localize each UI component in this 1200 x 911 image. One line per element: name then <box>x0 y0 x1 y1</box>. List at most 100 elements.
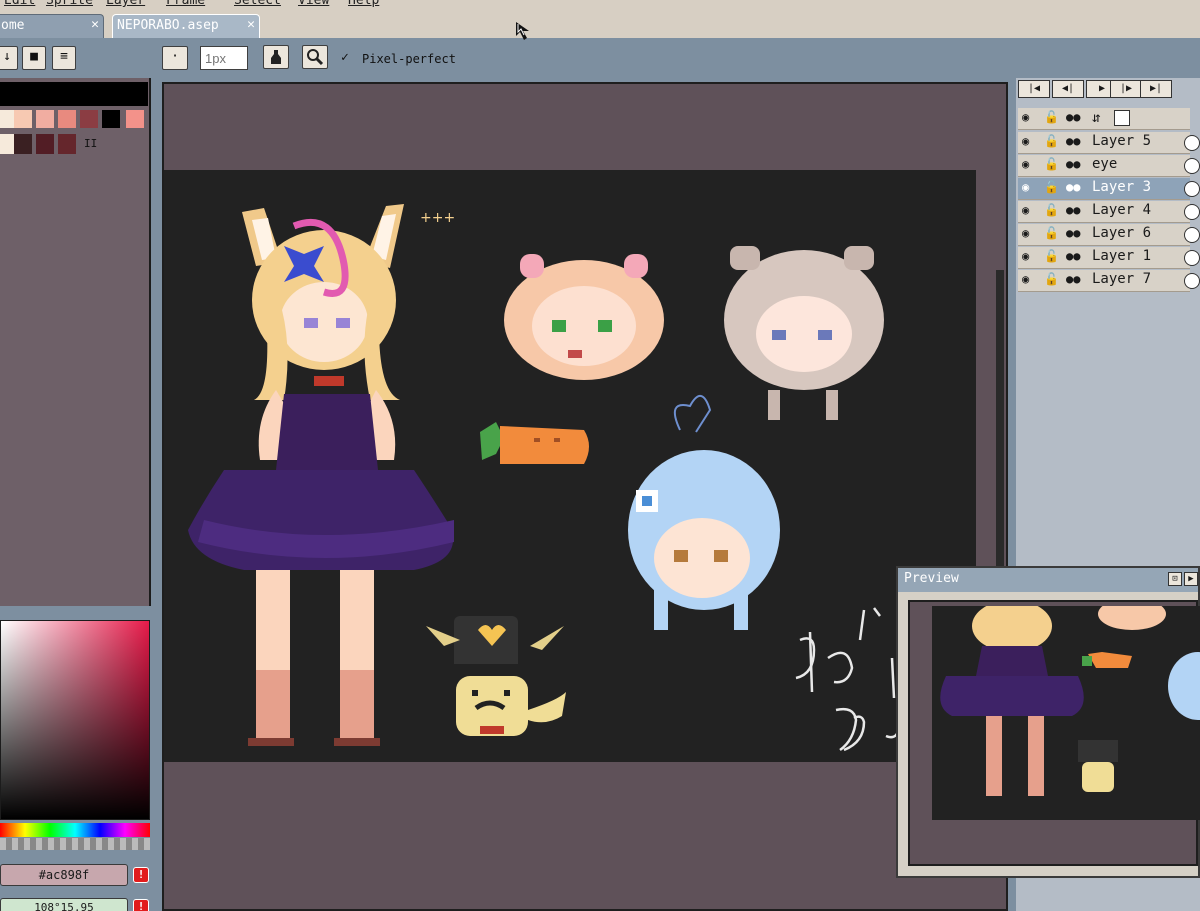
menu-sprite[interactable]: Sprite <box>46 0 93 8</box>
tab-bar: ome ✕ NEPORABO.asep ✕ <box>0 10 1200 38</box>
layer-row[interactable]: ◉ 🔓 ●● Layer 7 <box>1018 270 1200 292</box>
layer-name: Layer 6 <box>1092 225 1152 241</box>
continuous-icon[interactable]: ●● <box>1066 180 1080 194</box>
swatch[interactable] <box>102 110 120 128</box>
warning-icon[interactable]: ! <box>133 867 149 883</box>
lock-icon[interactable]: 🔓 <box>1044 203 1059 217</box>
fullscreen-icon[interactable]: ⊡ <box>1168 572 1182 586</box>
cel-dot[interactable] <box>1184 181 1200 197</box>
eye-icon[interactable]: ◉ <box>1022 226 1029 240</box>
play-icon[interactable]: ▶ <box>1184 572 1198 586</box>
continuous-icon[interactable]: ●● <box>1066 272 1080 286</box>
close-icon[interactable]: ✕ <box>247 17 255 32</box>
preview-window[interactable]: Preview ⊡ ▶ <box>896 566 1200 878</box>
sprite-canvas[interactable]: +++ <box>164 170 976 762</box>
hue-slider[interactable] <box>0 823 150 837</box>
eye-icon[interactable]: ◉ <box>1022 249 1029 263</box>
continuous-icon[interactable]: ●● <box>1066 249 1080 263</box>
swatch[interactable] <box>58 134 76 154</box>
continuous-icon[interactable]: ●● <box>1066 226 1080 240</box>
layer-row[interactable]: ◉ 🔓 ●● eye <box>1018 155 1200 177</box>
link-cels-icon[interactable]: ⇵ <box>1092 110 1100 126</box>
blue-girl-head <box>628 395 780 630</box>
eye-icon[interactable]: ◉ <box>1022 180 1029 194</box>
layer-row[interactable]: ◉ 🔓 ●● Layer 5 <box>1018 132 1200 154</box>
brush-type-button[interactable]: · <box>162 46 188 70</box>
carrot-sprite <box>480 422 589 464</box>
menu-button[interactable]: ≡ <box>52 46 76 70</box>
lock-icon[interactable]: 🔓 <box>1044 134 1059 148</box>
lock-icon[interactable]: 🔓 <box>1044 272 1059 286</box>
zoom-icon[interactable] <box>302 45 328 69</box>
menu-layer[interactable]: Layer <box>106 0 145 8</box>
layer-row[interactable]: ◉ 🔓 ●● Layer 4 <box>1018 201 1200 223</box>
cel-dot[interactable] <box>1184 227 1200 243</box>
tab-home-label: ome <box>1 18 25 33</box>
first-frame-button[interactable]: |◀ <box>1018 80 1050 98</box>
preview-sprite-thumbnail <box>932 598 1200 820</box>
swatch[interactable] <box>36 134 54 154</box>
hex-color-field[interactable]: #ac898f <box>0 864 128 886</box>
continuous-icon[interactable]: ●● <box>1066 110 1080 124</box>
sprite-artwork: +++ <box>188 204 902 752</box>
swatch[interactable] <box>14 134 32 154</box>
cel-dot[interactable] <box>1184 158 1200 174</box>
eye-icon[interactable]: ◉ <box>1022 134 1029 148</box>
pink-girl-head <box>504 254 664 380</box>
continuous-icon[interactable]: ●● <box>1066 203 1080 217</box>
lock-icon[interactable]: 🔓 <box>1044 180 1059 194</box>
menu-view[interactable]: View <box>298 0 329 8</box>
layer-header-row: ◉ 🔓 ●● ⇵ <box>1018 108 1190 130</box>
layer-name: Layer 7 <box>1092 271 1152 287</box>
warning-icon[interactable]: ! <box>133 899 149 911</box>
next-frame-button[interactable]: |▶ <box>1110 80 1142 98</box>
lock-icon[interactable]: 🔓 <box>1044 110 1059 124</box>
cel-dot[interactable] <box>1184 250 1200 266</box>
grey-girl-head <box>724 246 884 420</box>
palette-more-marker: II <box>84 137 98 150</box>
lock-icon[interactable]: 🔓 <box>1044 226 1059 240</box>
last-frame-button[interactable]: ▶| <box>1140 80 1172 98</box>
eye-icon[interactable]: ◉ <box>1022 203 1029 217</box>
pixel-perfect-checkbox[interactable]: ✓ <box>341 50 349 65</box>
menu-frame[interactable]: Frame <box>166 0 205 8</box>
cel-dot[interactable] <box>1184 135 1200 151</box>
layer-row[interactable]: ◉ 🔓 ●● Layer 3 <box>1018 178 1200 200</box>
close-icon[interactable]: ✕ <box>91 17 99 32</box>
cel-dot[interactable] <box>1184 204 1200 220</box>
swatch[interactable] <box>36 110 54 128</box>
prev-frame-button[interactable]: ◀| <box>1052 80 1084 98</box>
new-frame-icon[interactable] <box>1114 110 1130 126</box>
swatch[interactable] <box>80 110 98 128</box>
lock-icon[interactable]: 🔓 <box>1044 249 1059 263</box>
tab-neporabo[interactable]: NEPORABO.asep ✕ <box>112 14 260 38</box>
cel-dot[interactable] <box>1184 273 1200 289</box>
down-button[interactable]: ↓ <box>0 46 18 70</box>
menu-select[interactable]: Select <box>234 0 281 8</box>
swatch[interactable] <box>14 110 32 128</box>
swatch[interactable] <box>58 110 76 128</box>
eye-icon[interactable]: ◉ <box>1022 272 1029 286</box>
layer-row[interactable]: ◉ 🔓 ●● Layer 1 <box>1018 247 1200 269</box>
layer-row[interactable]: ◉ 🔓 ●● Layer 6 <box>1018 224 1200 246</box>
continuous-icon[interactable]: ●● <box>1066 134 1080 148</box>
menu-bar: Edit Sprite Layer Frame Select View Help <box>0 0 1200 10</box>
menu-help[interactable]: Help <box>348 0 379 8</box>
lock-icon[interactable]: 🔓 <box>1044 157 1059 171</box>
square-button[interactable]: ■ <box>22 46 46 70</box>
brush-size-input[interactable] <box>200 46 248 70</box>
hsv-color-field[interactable]: 108°15,95 <box>0 898 128 911</box>
swatch[interactable] <box>126 110 144 128</box>
tophat-mascot-sprite <box>426 616 566 736</box>
tab-home[interactable]: ome ✕ <box>0 14 104 38</box>
continuous-icon[interactable]: ●● <box>1066 157 1080 171</box>
preview-title-bar[interactable]: Preview <box>898 568 1198 592</box>
palette-strip <box>0 82 148 106</box>
color-spectrum[interactable] <box>0 620 150 820</box>
layer-name: Layer 5 <box>1092 133 1152 149</box>
menu-edit[interactable]: Edit <box>4 0 35 8</box>
alpha-slider[interactable] <box>0 838 150 850</box>
eye-icon[interactable]: ◉ <box>1022 157 1029 171</box>
eye-icon[interactable]: ◉ <box>1022 110 1029 124</box>
ink-icon[interactable] <box>263 45 289 69</box>
